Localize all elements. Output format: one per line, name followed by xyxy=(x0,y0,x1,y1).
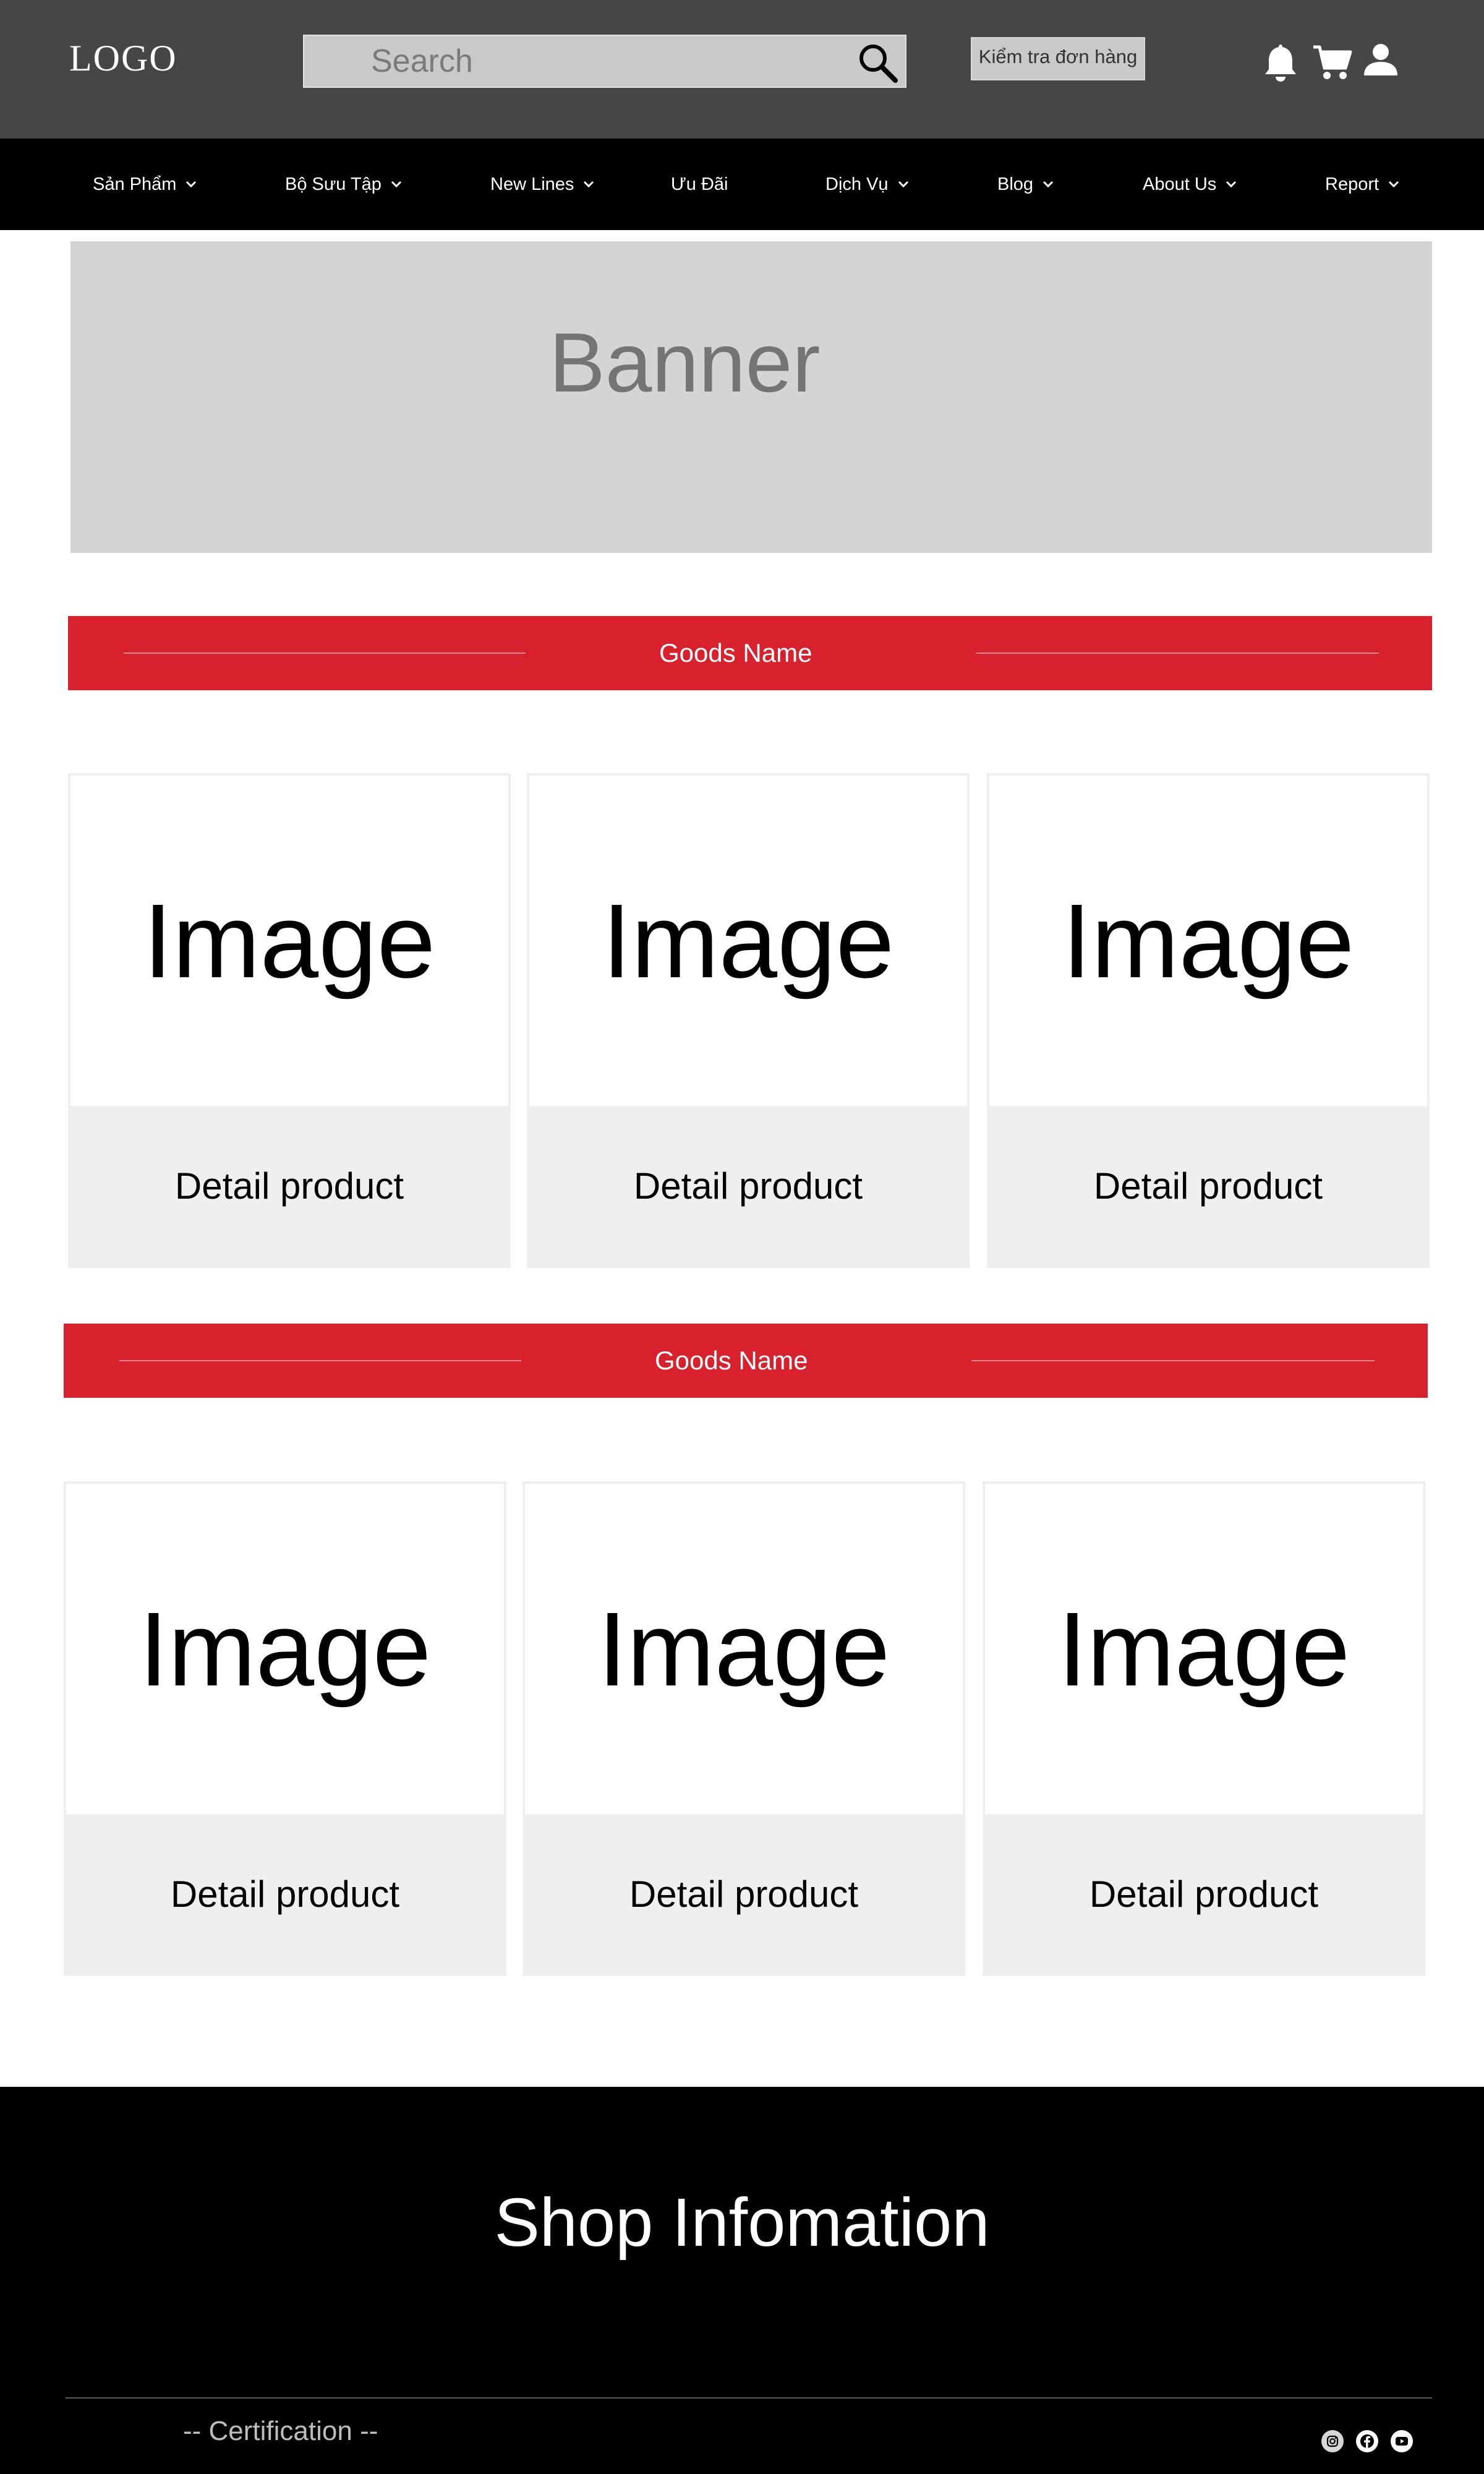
section-divider xyxy=(976,653,1379,654)
nav-item-label: New Lines xyxy=(490,174,574,194)
nav-item-dich-vu[interactable]: Dịch Vụ xyxy=(825,140,911,229)
cart-icon[interactable] xyxy=(1311,41,1354,84)
user-icon[interactable] xyxy=(1359,41,1402,84)
shop-information-heading: Shop Infomation xyxy=(494,2185,990,2261)
product-card[interactable]: Image Detail product xyxy=(68,773,511,1268)
nav-item-label: Sản Phẩm xyxy=(93,174,177,194)
nav-item-label: Ưu Đãi xyxy=(671,174,728,194)
product-detail[interactable]: Detail product xyxy=(66,1814,504,1974)
certification-label: -- Certification -- xyxy=(183,2416,378,2446)
chevron-down-icon xyxy=(1388,181,1399,188)
nav-item-report[interactable]: Report xyxy=(1325,140,1401,229)
product-image[interactable]: Image xyxy=(989,776,1427,1107)
bell-icon[interactable] xyxy=(1259,41,1302,84)
product-card[interactable]: Image Detail product xyxy=(527,773,970,1268)
product-card[interactable]: Image Detail product xyxy=(987,773,1430,1268)
chevron-down-icon xyxy=(584,181,594,188)
check-order-button[interactable]: Kiểm tra đơn hàng xyxy=(971,37,1145,80)
youtube-icon[interactable] xyxy=(1390,2429,1414,2453)
chevron-down-icon xyxy=(1226,181,1237,188)
logo[interactable]: LOGO xyxy=(69,37,177,80)
product-image[interactable]: Image xyxy=(66,1484,504,1815)
nav-item-blog[interactable]: Blog xyxy=(997,140,1055,229)
chevron-down-icon xyxy=(186,181,197,188)
product-card[interactable]: Image Detail product xyxy=(522,1481,965,1976)
product-detail[interactable]: Detail product xyxy=(989,1106,1427,1265)
product-card[interactable]: Image Detail product xyxy=(64,1481,506,1976)
nav-item-label: Report xyxy=(1325,174,1380,194)
chevron-down-icon xyxy=(391,181,401,188)
product-detail[interactable]: Detail product xyxy=(529,1106,967,1265)
search-icon[interactable] xyxy=(856,41,899,84)
nav-item-about-us[interactable]: About Us xyxy=(1143,140,1239,229)
product-image[interactable]: Image xyxy=(70,776,508,1107)
nav-item-label: Bộ Sưu Tập xyxy=(285,174,382,194)
section-title: Goods Name xyxy=(655,1346,808,1375)
product-image[interactable]: Image xyxy=(525,1484,963,1815)
nav-item-label: Dịch Vụ xyxy=(825,174,889,194)
main-nav xyxy=(0,139,1484,230)
nav-item-label: Blog xyxy=(997,174,1034,194)
product-card[interactable]: Image Detail product xyxy=(983,1481,1425,1976)
chevron-down-icon xyxy=(1043,181,1054,188)
instagram-icon[interactable] xyxy=(1321,2429,1344,2453)
product-image[interactable]: Image xyxy=(529,776,967,1107)
search-bar xyxy=(303,35,906,88)
chevron-down-icon xyxy=(898,181,908,188)
facebook-icon[interactable] xyxy=(1355,2429,1379,2453)
product-detail[interactable]: Detail product xyxy=(525,1814,963,1974)
nav-item-san-pham[interactable]: Sản Phẩm xyxy=(93,140,198,229)
section-divider xyxy=(124,653,526,654)
footer-divider xyxy=(66,2397,1432,2399)
section-divider xyxy=(119,1360,521,1361)
nav-item-uu-dai[interactable]: Ưu Đãi xyxy=(671,140,728,229)
search-input[interactable] xyxy=(371,36,841,87)
section-title: Goods Name xyxy=(659,638,812,667)
nav-item-label: About Us xyxy=(1143,174,1217,194)
nav-item-new-lines[interactable]: New Lines xyxy=(490,140,596,229)
product-detail[interactable]: Detail product xyxy=(70,1106,508,1265)
section-divider xyxy=(971,1360,1375,1361)
nav-item-bo-suu-tap[interactable]: Bộ Sưu Tập xyxy=(285,140,404,229)
product-image[interactable]: Image xyxy=(985,1484,1423,1815)
product-detail[interactable]: Detail product xyxy=(985,1814,1423,1974)
banner-label: Banner xyxy=(549,315,821,409)
